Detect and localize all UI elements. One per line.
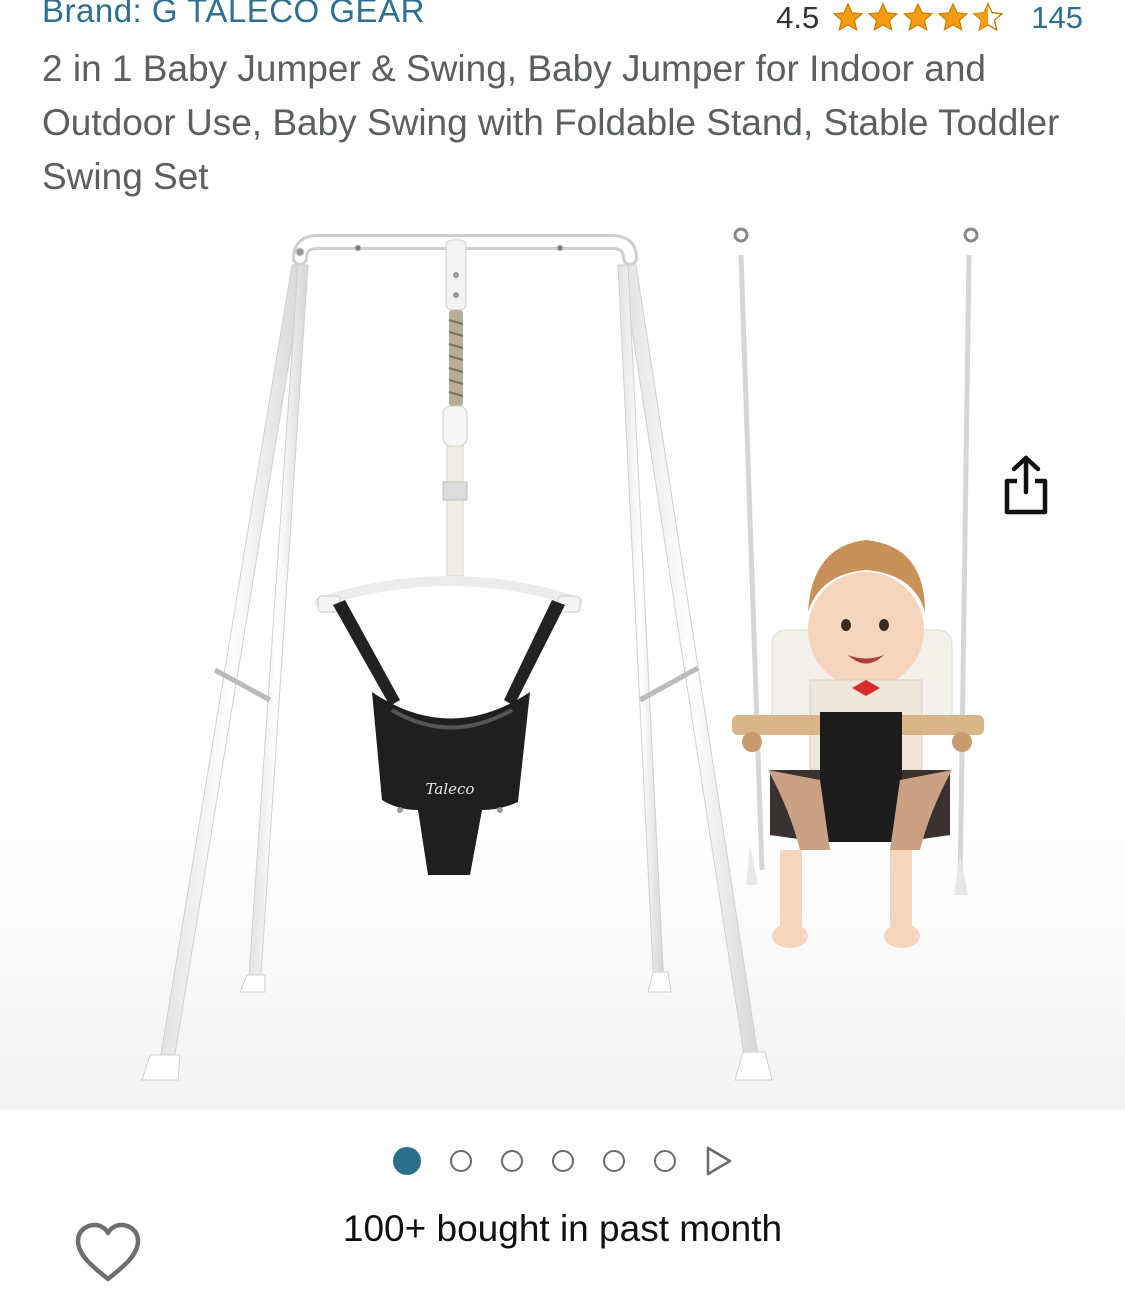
rating-summary[interactable]: 4.5 145 — [776, 0, 1083, 38]
image-pagination — [0, 1145, 1125, 1177]
share-button[interactable] — [995, 450, 1057, 520]
page-dot-4[interactable] — [551, 1150, 574, 1172]
product-image-gallery[interactable]: Taleco — [0, 210, 1125, 1282]
product-title: 2 in 1 Baby Jumper & Swing, Baby Jumper … — [42, 48, 1060, 197]
rating-count-link[interactable]: 145 — [1031, 0, 1083, 36]
page-dot-5[interactable] — [602, 1150, 625, 1172]
rating-value: 4.5 — [776, 0, 820, 35]
page-dot-3[interactable] — [500, 1150, 523, 1172]
star-full-icon — [868, 2, 899, 32]
star-half-icon — [972, 2, 1004, 32]
share-icon — [1004, 455, 1048, 515]
seat-brand-text: Taleco — [426, 780, 475, 798]
page-dot-2[interactable] — [449, 1150, 472, 1172]
product-image[interactable]: Taleco — [0, 210, 1125, 1110]
brand-link[interactable]: Brand: G TALECO GEAR — [42, 0, 425, 30]
star-full-icon — [833, 2, 864, 32]
star-full-icon — [903, 2, 934, 32]
page-dot-1[interactable] — [392, 1147, 421, 1175]
page-dot-6[interactable] — [653, 1150, 676, 1172]
bought-in-past-month: 100+ bought in past month — [342, 1208, 783, 1249]
star-full-icon — [938, 2, 969, 32]
play-icon[interactable] — [703, 1145, 733, 1177]
jumper-strap — [442, 239, 468, 577]
rating-stars — [831, 1, 1005, 35]
